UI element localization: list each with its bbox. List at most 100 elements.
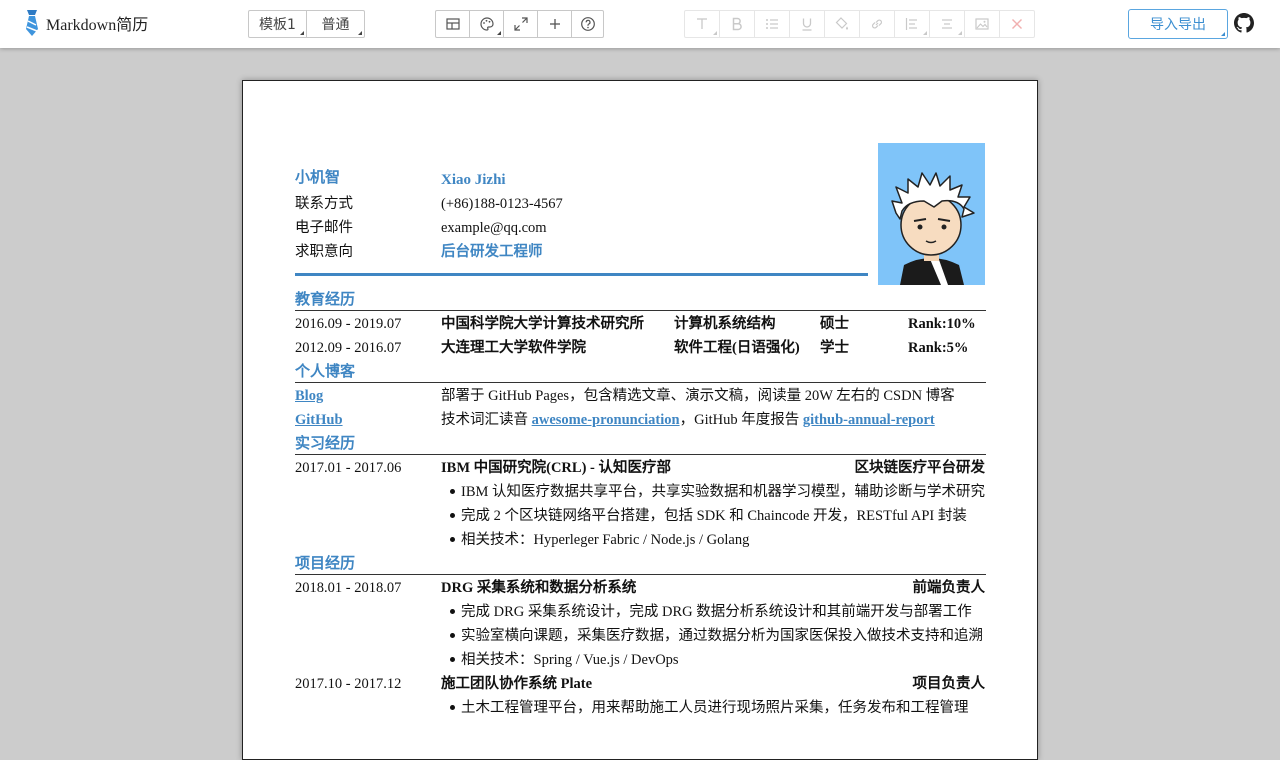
edu-rank: Rank:10% [908, 316, 976, 332]
project-role: 项目负责人 [912, 676, 986, 692]
edu-rank: Rank:5% [908, 340, 969, 356]
projects-title: 项目经历 [295, 556, 356, 572]
bullet-dot [450, 489, 455, 494]
project-bullet: 实验室横向课题，采集医疗数据，通过数据分析为国家医保投入做技术支持和追溯 [461, 628, 983, 644]
expand-icon [513, 17, 528, 31]
bullet-dot [450, 705, 455, 710]
project-name: 施工团队协作系统 Plate [441, 676, 593, 692]
bullet-dot [450, 633, 455, 638]
edu-degree: 学士 [820, 340, 849, 356]
github-link[interactable]: GitHub [295, 410, 343, 430]
import-export-button[interactable]: 导入导出 [1128, 9, 1228, 39]
add-button[interactable] [537, 10, 572, 38]
align-center-icon [942, 19, 952, 29]
bold-button[interactable] [719, 10, 755, 38]
dropdown-corner-icon [1221, 32, 1225, 36]
edu-major: 计算机系统结构 [674, 316, 776, 332]
delete-button[interactable] [999, 10, 1035, 38]
project-bullet: 土木工程管理平台，用来帮助施工人员进行现场照片采集，任务发布和工程管理 [461, 700, 969, 716]
section-divider [295, 574, 986, 575]
template-group: 模板1 普通 [248, 10, 365, 38]
image-button[interactable] [964, 10, 1000, 38]
education-title: 教育经历 [295, 292, 356, 308]
style-label: 普通 [321, 17, 350, 33]
import-export-label: 导入导出 [1150, 17, 1206, 33]
project-name: DRG 采集系统和数据分析系统 [441, 580, 637, 596]
edu-period: 2016.09 - 2019.07 [295, 316, 402, 332]
dropdown-corner-icon [497, 31, 501, 35]
blog-description: 部署于 GitHub Pages，包含精选文章、演示文稿，阅读量 20W 左右的… [441, 388, 955, 404]
link-button[interactable] [859, 10, 895, 38]
intern-role: 区块链医疗平台研发 [854, 460, 986, 476]
name-cn: 小机智 [295, 170, 341, 186]
pronunciation-link[interactable]: awesome-pronunciation [532, 412, 680, 428]
close-icon [1012, 19, 1022, 29]
objective-label: 求职意向 [295, 244, 353, 260]
align-left-button[interactable] [894, 10, 930, 38]
fill-color-button[interactable] [824, 10, 860, 38]
bullet-dot [450, 609, 455, 614]
intern-bullet: IBM 认知医疗数据共享平台，共享实验数据和机器学习模型，辅助诊断与学术研究 [461, 484, 986, 500]
edu-school: 中国科学院大学计算技术研究所 [441, 316, 644, 332]
intern-org: IBM 中国研究院(CRL) - 认知医疗部 [441, 460, 671, 476]
top-toolbar: Markdown简历 模板1 普通 导入导出 [0, 0, 1280, 48]
section-divider [295, 382, 986, 383]
email-label: 电子邮件 [295, 220, 353, 236]
resume-paper[interactable]: 小机智 Xiao Jizhi 联系方式 (+86)188-0123-4567 电… [242, 80, 1038, 760]
image-icon [975, 18, 989, 30]
palette-icon [479, 17, 494, 31]
layout-button[interactable] [435, 10, 470, 38]
bullet-dot [450, 537, 455, 542]
project-period: 2017.10 - 2017.12 [295, 676, 402, 692]
blog-title: 个人博客 [295, 364, 356, 380]
intern-bullet: 相关技术：Hyperleger Fabric / Node.js / Golan… [461, 532, 750, 548]
layout-icon [445, 18, 460, 30]
brand[interactable]: Markdown简历 [24, 8, 148, 38]
template-select[interactable]: 模板1 [248, 10, 307, 38]
contact-label: 联系方式 [295, 196, 353, 212]
annual-report-link[interactable]: github-annual-report [803, 412, 935, 428]
internship-title: 实习经历 [295, 436, 356, 452]
help-icon [580, 17, 595, 31]
github-mid-text: ，GitHub 年度报告 [679, 412, 803, 428]
blog-link[interactable]: Blog [295, 386, 323, 406]
header-divider [295, 273, 868, 276]
project-bullet: 相关技术：Spring / Vue.js / DevOps [461, 652, 679, 668]
link-icon [872, 19, 882, 29]
objective-value: 后台研发工程师 [441, 244, 543, 260]
underline-icon [802, 18, 812, 31]
format-tools-group [684, 10, 1035, 38]
project-role: 前端负责人 [912, 580, 986, 596]
section-divider [295, 310, 986, 311]
bold-icon [732, 17, 742, 31]
edu-major: 软件工程(日语强化) [674, 340, 800, 356]
edu-degree: 硕士 [820, 316, 849, 332]
text-style-button[interactable] [684, 10, 720, 38]
intern-period: 2017.01 - 2017.06 [295, 460, 402, 476]
list-icon [766, 19, 778, 29]
edu-school: 大连理工大学软件学院 [441, 340, 586, 356]
fill-color-icon [835, 17, 848, 30]
github-icon[interactable] [1234, 13, 1254, 33]
github-description: 技术词汇读音 awesome-pronunciation，GitHub 年度报告… [441, 410, 935, 430]
dropdown-corner-icon [300, 31, 304, 35]
underline-button[interactable] [789, 10, 825, 38]
text-icon [697, 18, 707, 29]
tie-icon [26, 10, 38, 36]
plus-icon [549, 19, 560, 29]
align-center-button[interactable] [929, 10, 965, 38]
edu-period: 2012.09 - 2016.07 [295, 340, 402, 356]
style-select[interactable]: 普通 [306, 10, 365, 38]
dropdown-corner-icon [358, 31, 362, 35]
list-button[interactable] [754, 10, 790, 38]
dropdown-corner-icon [958, 31, 962, 35]
help-button[interactable] [571, 10, 604, 38]
theme-color-button[interactable] [469, 10, 504, 38]
dropdown-corner-icon [923, 31, 927, 35]
project-bullet: 完成 DRG 采集系统设计，完成 DRG 数据分析系统设计和其前端开发与部署工作 [461, 604, 972, 620]
bullet-dot [450, 657, 455, 662]
app-title: Markdown简历 [46, 17, 149, 34]
intern-bullet: 完成 2 个区块链网络平台搭建，包括 SDK 和 Chaincode 开发，RE… [461, 508, 967, 524]
fullscreen-button[interactable] [503, 10, 538, 38]
section-divider [295, 454, 986, 455]
